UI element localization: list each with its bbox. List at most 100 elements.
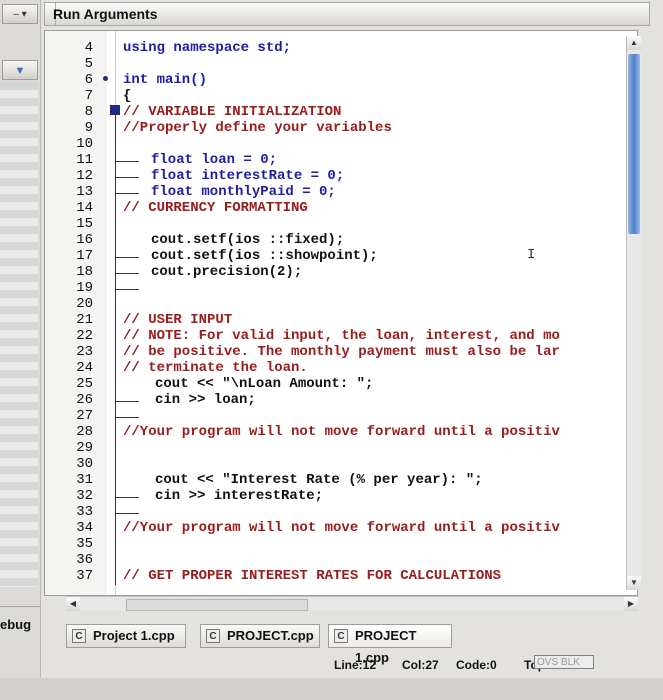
fold-tick: [115, 177, 139, 178]
line-number: 36: [76, 552, 93, 568]
line-number: 20: [76, 296, 93, 312]
line-number: 35: [76, 536, 93, 552]
code-line-9[interactable]: //Properly define your variables: [123, 120, 392, 136]
tab-label: PROJECT.cpp: [227, 628, 314, 643]
line-number: 9: [84, 120, 93, 136]
scroll-down-icon[interactable]: ▼: [627, 576, 641, 590]
fold-tick: [115, 193, 139, 194]
dock-list-area: [0, 82, 38, 587]
fold-tick: [115, 513, 139, 514]
line-number: 28: [76, 424, 93, 440]
horizontal-scroll-thumb[interactable]: [126, 599, 308, 611]
status-column: Col:27: [402, 658, 439, 672]
panel-title-bar[interactable]: Run Arguments: [44, 2, 650, 26]
line-number: 31: [76, 472, 93, 488]
code-line-4[interactable]: using namespace std;: [123, 40, 291, 56]
status-code: Code:0: [456, 658, 497, 672]
line-number: 18: [76, 264, 93, 280]
code-line-24[interactable]: // terminate the loan.: [123, 360, 308, 376]
line-number: 24: [76, 360, 93, 376]
code-line-12[interactable]: float interestRate = 0;: [151, 168, 344, 184]
line-number: 29: [76, 440, 93, 456]
fold-marker-icon[interactable]: [110, 105, 120, 115]
line-number: 14: [76, 200, 93, 216]
line-number: 23: [76, 344, 93, 360]
ibeam-cursor-icon: I: [527, 247, 536, 263]
code-line-21[interactable]: // USER INPUT: [123, 312, 232, 328]
panel-title: Run Arguments: [53, 6, 158, 22]
line-number: 27: [76, 408, 93, 424]
fold-tick: [115, 401, 139, 402]
code-line-37[interactable]: // GET PROPER INTEREST RATES FOR CALCULA…: [123, 568, 501, 584]
cpp-file-icon: C: [334, 629, 348, 643]
bookmark-dot-icon[interactable]: [103, 76, 108, 81]
code-line-26[interactable]: cin >> loan;: [155, 392, 256, 408]
cpp-file-icon: C: [206, 629, 220, 643]
line-number: 33: [76, 504, 93, 520]
line-number: 22: [76, 328, 93, 344]
line-number: 32: [76, 488, 93, 504]
code-line-34[interactable]: //Your program will not move forward unt…: [123, 520, 560, 536]
code-editor[interactable]: 4 5 6 7 8 9 10 11 12 13 14 15 16 17 18 1…: [44, 30, 638, 596]
horizontal-scrollbar[interactable]: ◀ ▶: [66, 596, 638, 611]
line-number: 15: [76, 216, 93, 232]
code-line-18[interactable]: cout.precision(2);: [151, 264, 302, 280]
vertical-scrollbar[interactable]: ▲ ▼: [626, 36, 641, 590]
line-number: 34: [76, 520, 93, 536]
status-bar: Line:12 Col:27 Code:0 Top:4: [334, 653, 663, 675]
run-arguments-panel: Run Arguments 4 5 6 7 8 9 10 11 12 13 14…: [44, 0, 654, 700]
code-line-25[interactable]: cout << "\nLoan Amount: ";: [155, 376, 373, 392]
line-number: 7: [84, 88, 93, 104]
dock-minimize-button[interactable]: – ▾: [2, 4, 38, 24]
line-number: 21: [76, 312, 93, 328]
debug-panel-label[interactable]: ebug: [0, 617, 31, 632]
code-line-6[interactable]: int main(): [123, 72, 207, 88]
fold-tick: [115, 417, 139, 418]
bottom-strip: [0, 678, 663, 700]
fold-tick: [115, 161, 139, 162]
fold-tick: [115, 273, 139, 274]
line-number: 30: [76, 456, 93, 472]
code-line-22[interactable]: // NOTE: For valid input, the loan, inte…: [123, 328, 560, 344]
line-number: 4: [84, 40, 93, 56]
code-line-32[interactable]: cin >> interestRate;: [155, 488, 323, 504]
tab-project-1-cpp[interactable]: C Project 1.cpp: [66, 624, 186, 648]
code-line-17[interactable]: cout.setf(ios ::showpoint);: [151, 248, 378, 264]
code-line-23[interactable]: // be positive. The monthly payment must…: [123, 344, 560, 360]
line-number: 5: [84, 56, 93, 72]
code-line-14[interactable]: // CURRENCY FORMATTING: [123, 200, 308, 216]
cpp-file-icon: C: [72, 629, 86, 643]
fold-tick: [115, 257, 139, 258]
scroll-up-icon[interactable]: ▲: [627, 36, 641, 50]
scroll-left-icon[interactable]: ◀: [66, 597, 80, 611]
line-number: 12: [76, 168, 93, 184]
code-line-28[interactable]: //Your program will not move forward unt…: [123, 424, 560, 440]
fold-guide: [115, 115, 116, 585]
code-line-13[interactable]: float monthlyPaid = 0;: [151, 184, 336, 200]
line-number: 6: [84, 72, 93, 88]
line-number: 11: [76, 152, 93, 168]
dock-divider: [0, 606, 40, 607]
code-line-31[interactable]: cout << "Interest Rate (% per year): ";: [155, 472, 483, 488]
line-number: 17: [76, 248, 93, 264]
fold-tick: [115, 497, 139, 498]
code-line-7[interactable]: {: [123, 88, 131, 104]
line-number: 25: [76, 376, 93, 392]
tab-project-cpp[interactable]: C PROJECT.cpp: [200, 624, 320, 648]
line-number: 13: [76, 184, 93, 200]
code-line-8[interactable]: // VARIABLE INITIALIZATION: [123, 104, 341, 120]
line-number: 16: [76, 232, 93, 248]
left-dock: – ▾ ▼ ebug: [0, 0, 41, 700]
tab-project-space-1-cpp[interactable]: C PROJECT 1.cpp: [328, 624, 452, 665]
chevron-down-icon[interactable]: ▼: [2, 60, 38, 80]
fold-tick: [115, 289, 139, 290]
line-number: 26: [76, 392, 93, 408]
line-number: 10: [76, 136, 93, 152]
tab-label: Project 1.cpp: [93, 628, 175, 643]
vertical-scroll-thumb[interactable]: [628, 54, 640, 234]
scroll-right-icon[interactable]: ▶: [624, 597, 638, 611]
line-number: 37: [76, 568, 93, 584]
line-number: 8: [84, 104, 93, 120]
code-line-16[interactable]: cout.setf(ios ::fixed);: [151, 232, 344, 248]
code-line-11[interactable]: float loan = 0;: [151, 152, 277, 168]
